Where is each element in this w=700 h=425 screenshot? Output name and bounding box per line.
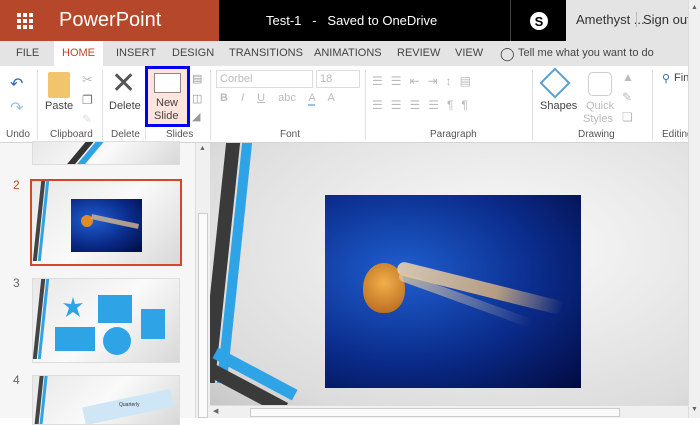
new-slide-icon [154, 73, 181, 93]
shape-outline-icon[interactable]: ✎ [622, 90, 632, 104]
align-buttons[interactable]: ☰☰☰☰¶¶ [372, 98, 476, 112]
cut-icon[interactable]: ✂ [82, 72, 93, 88]
shape-fill-icon[interactable]: ▲ [622, 70, 634, 84]
jellyfish-image[interactable] [325, 195, 581, 388]
page-scrollbar[interactable]: ▲ ▼ [688, 0, 700, 418]
quick-styles-line2[interactable]: Styles [583, 113, 613, 125]
skype-button[interactable]: S [510, 0, 566, 41]
user-name[interactable]: Amethyst ... [576, 12, 645, 27]
group-slides-label: Slides [166, 129, 194, 140]
hide-slide-icon[interactable]: ◢ [192, 110, 200, 123]
duplicate-slide-icon[interactable]: ◫ [192, 92, 202, 105]
tab-insert[interactable]: INSERT [108, 41, 164, 66]
hscroll-thumb[interactable] [250, 408, 620, 417]
group-paragraph-label: Paragraph [430, 129, 477, 140]
new-slide-label-2: Slide [154, 110, 179, 122]
group-clipboard-label: Clipboard [50, 129, 93, 140]
group-font-label: Font [280, 129, 301, 140]
app-name[interactable]: PowerPoint Online [50, 0, 219, 72]
tab-transitions[interactable]: TRANSITIONS [221, 41, 311, 66]
slide4-text: Quarterly [119, 402, 140, 408]
scrollbar-thumb[interactable] [198, 213, 208, 418]
tab-view[interactable]: VIEW [447, 41, 491, 66]
horizontal-scrollbar[interactable]: ◀ [210, 405, 688, 418]
scroll-left-icon[interactable]: ◀ [213, 407, 218, 415]
skype-icon: S [529, 11, 548, 30]
svg-text:S: S [534, 14, 543, 29]
copy-icon[interactable]: ❐ [82, 93, 93, 107]
slide-thumbnail-pane: 2 3 4 Quarterly [0, 141, 195, 425]
font-name-select[interactable]: Corbel [216, 70, 313, 88]
paste-button[interactable]: Paste [45, 100, 73, 112]
redo-icon[interactable]: ↷ [10, 98, 23, 118]
quick-styles-icon [588, 72, 612, 96]
tab-review[interactable]: REVIEW [389, 41, 448, 66]
paste-icon[interactable] [48, 72, 70, 98]
slide-number: 2 [13, 178, 20, 192]
ribbon-tabs: FILE HOME INSERT DESIGN TRANSITIONS ANIM… [0, 41, 688, 66]
page-scroll-down-icon[interactable]: ▼ [691, 406, 698, 413]
current-slide[interactable] [210, 143, 688, 405]
list-buttons[interactable]: ☰☰⇤⇥↕▤ [372, 74, 479, 88]
slide-editor[interactable] [210, 143, 688, 405]
shapes-icon[interactable] [539, 67, 571, 99]
shapes-button[interactable]: Shapes [540, 100, 577, 112]
slide-thumbnail-1[interactable] [32, 141, 180, 165]
new-slide-label-1: New [156, 97, 179, 109]
tab-design[interactable]: DESIGN [164, 41, 222, 66]
tab-file[interactable]: FILE [8, 41, 47, 66]
find-icon: ⚲ [662, 73, 671, 85]
tab-animations[interactable]: ANIMATIONS [306, 41, 390, 66]
scroll-up-icon[interactable]: ▲ [199, 145, 206, 152]
slide-thumbnail-2[interactable] [30, 179, 182, 266]
font-size-select[interactable]: 18 [316, 70, 360, 88]
document-title[interactable]: Test-1 - Saved to OneDrive [219, 0, 510, 41]
thumbnail-scrollbar[interactable]: ▲ [195, 143, 210, 418]
page-scroll-up-icon[interactable]: ▲ [691, 4, 698, 11]
tab-home[interactable]: HOME [54, 41, 103, 66]
sign-out-link[interactable]: Sign out [636, 12, 691, 27]
group-undo-label: Undo [6, 129, 30, 140]
delete-button[interactable]: Delete [109, 100, 141, 112]
layout-icon[interactable]: ▤ [192, 72, 202, 85]
undo-icon[interactable]: ↶ [10, 74, 23, 94]
arrange-icon[interactable]: ❏ [622, 110, 633, 124]
delete-icon[interactable]: ✕ [111, 66, 136, 101]
group-drawing-label: Drawing [578, 129, 615, 140]
slide-number: 3 [13, 276, 20, 290]
slide-thumbnail-3[interactable] [32, 278, 180, 363]
find-button[interactable]: Fin [674, 72, 689, 84]
slide-number: 4 [13, 373, 20, 387]
app-launcher-button[interactable] [0, 0, 50, 41]
waffle-icon [17, 12, 33, 29]
ribbon: ↶ ↷ Undo Paste ✂ ❐ ✎ Clipboard ✕ Delete … [0, 66, 693, 143]
font-format-buttons[interactable]: B I U abc A A [220, 92, 335, 106]
quick-styles-line1[interactable]: Quick [586, 100, 614, 112]
tell-me-search[interactable]: Tell me what you want to do [510, 41, 662, 66]
group-delete-label: Delete [111, 129, 140, 140]
format-painter-icon[interactable]: ✎ [82, 112, 92, 126]
new-slide-button[interactable]: New Slide [145, 66, 190, 127]
